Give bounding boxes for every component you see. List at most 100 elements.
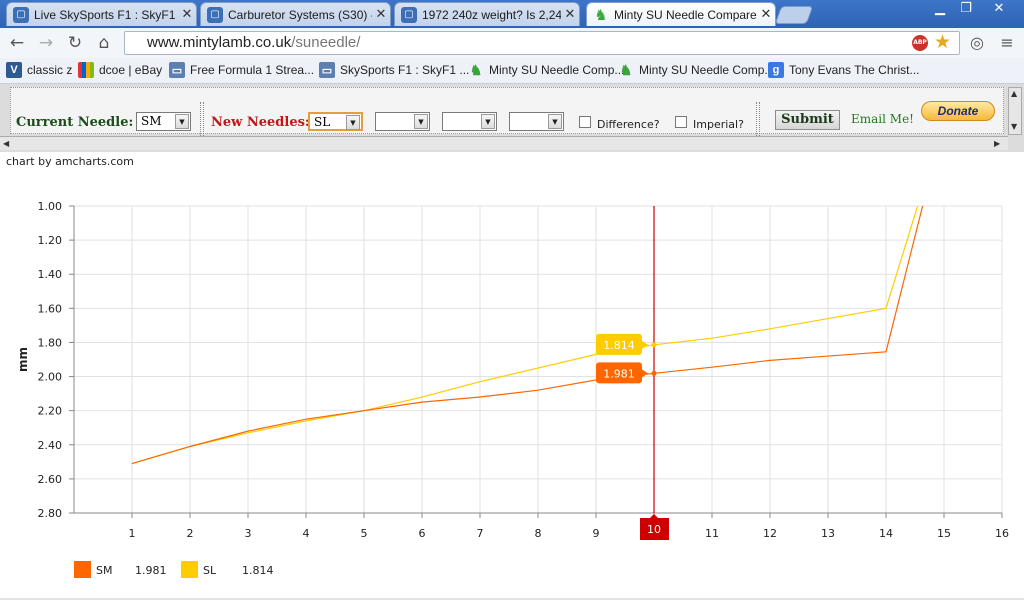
new-needle-value: SL bbox=[314, 115, 331, 129]
bookmark-item[interactable]: ▭ SkySports F1 : SkyF1 ... bbox=[319, 62, 469, 78]
ebay-icon bbox=[78, 62, 94, 78]
new-needle-select-3[interactable]: ▼ bbox=[442, 112, 497, 131]
wrench-menu-icon[interactable]: ≡ bbox=[996, 32, 1018, 54]
email-me-link[interactable]: Email Me! bbox=[851, 112, 914, 126]
restore-icon[interactable]: ❐ bbox=[952, 0, 980, 18]
tab-close-icon[interactable]: ✕ bbox=[372, 7, 390, 22]
y-tick-label: 1.00 bbox=[38, 200, 63, 213]
x-tick-label: 13 bbox=[821, 527, 835, 540]
needle-form-frame: Current Needle: SM ▼ New Needles: SL ▼ ▼… bbox=[0, 84, 1024, 152]
x-tick-label: 15 bbox=[937, 527, 951, 540]
imperial-checkbox[interactable] bbox=[675, 116, 687, 128]
bookmarks-bar: Vclassic z dcoe | eBay ▭ Free Formula 1 S… bbox=[0, 58, 1024, 84]
close-window-icon[interactable]: ✕ bbox=[984, 0, 1014, 18]
frame-horizontal-scrollbar[interactable]: ◀ ▶ bbox=[0, 136, 1008, 150]
site-favicon-icon: ▢ bbox=[401, 6, 417, 23]
new-tab-button[interactable] bbox=[774, 6, 814, 24]
minimize-icon[interactable]: ▁ bbox=[926, 0, 954, 18]
y-tick-label: 1.40 bbox=[38, 268, 63, 281]
extension-icon[interactable]: ◎ bbox=[966, 32, 988, 54]
x-tick-label: 8 bbox=[535, 527, 542, 540]
current-needle-select[interactable]: SM ▼ bbox=[136, 112, 191, 131]
home-icon[interactable]: ⌂ bbox=[93, 32, 115, 54]
tab-close-icon[interactable]: ✕ bbox=[561, 7, 579, 22]
chevron-down-icon: ▼ bbox=[548, 114, 562, 129]
tab-minty-su-needle[interactable]: ♞ Minty SU Needle Compare-o- ✕ bbox=[586, 2, 776, 26]
scroll-up-icon[interactable]: ▲ bbox=[1011, 89, 1017, 98]
new-needle-select-2[interactable]: ▼ bbox=[375, 112, 430, 131]
difference-checkbox[interactable] bbox=[579, 116, 591, 128]
x-tick-label: 1 bbox=[129, 527, 136, 540]
adblock-icon[interactable]: ABP bbox=[912, 35, 928, 51]
x-tick-label: 11 bbox=[705, 527, 719, 540]
submit-button[interactable]: Submit bbox=[775, 110, 840, 130]
needle-form: Current Needle: SM ▼ New Needles: SL ▼ ▼… bbox=[10, 87, 1004, 140]
tab-240z-weight[interactable]: ▢ 1972 240z weight? Is 2,244lb ✕ bbox=[394, 2, 580, 26]
y-tick-label: 1.60 bbox=[38, 302, 63, 315]
google-icon: g bbox=[768, 62, 784, 78]
bookmark-label: classic z bbox=[27, 63, 73, 77]
scroll-left-icon[interactable]: ◀ bbox=[3, 139, 9, 148]
new-needle-select-1[interactable]: SL ▼ bbox=[308, 112, 363, 131]
y-tick-label: 1.80 bbox=[38, 336, 63, 349]
x-tick-label: 16 bbox=[995, 527, 1009, 540]
bookmark-item[interactable]: ♞ Minty SU Needle Comp... bbox=[618, 61, 775, 78]
bookmark-label: dcoe | eBay bbox=[99, 63, 163, 77]
x-tick-label: 2 bbox=[187, 527, 194, 540]
back-arrow-icon[interactable]: ← bbox=[6, 32, 28, 54]
bookmark-label: Minty SU Needle Comp... bbox=[639, 63, 775, 77]
divider bbox=[200, 102, 204, 140]
cursor-point-sl bbox=[651, 342, 657, 348]
bookmark-item[interactable]: Vclassic z bbox=[6, 62, 72, 78]
bookmark-star-icon[interactable]: ★ bbox=[934, 31, 951, 53]
y-tick-label: 2.00 bbox=[38, 371, 63, 384]
divider bbox=[756, 102, 760, 140]
page-icon: ▭ bbox=[169, 62, 185, 78]
site-favicon-icon: ▢ bbox=[13, 6, 29, 23]
chevron-down-icon: ▼ bbox=[175, 114, 189, 129]
tab-close-icon[interactable]: ✕ bbox=[178, 7, 196, 22]
legend-value-sl: 1.814 bbox=[242, 564, 274, 577]
tab-label: Carburetor Systems (S30) - I bbox=[228, 7, 372, 22]
chevron-down-icon: ▼ bbox=[346, 115, 360, 130]
tab-label: 1972 240z weight? Is 2,244lb bbox=[422, 7, 561, 22]
chevron-down-icon: ▼ bbox=[481, 114, 495, 129]
cursor-x-label-pointer bbox=[650, 514, 658, 518]
y-tick-label: 2.80 bbox=[38, 507, 63, 520]
minty-lamb-icon: ♞ bbox=[469, 61, 483, 78]
bookmark-item[interactable]: g Tony Evans The Christ... bbox=[768, 62, 920, 78]
scroll-down-icon[interactable]: ▼ bbox=[1011, 122, 1017, 131]
tab-close-icon[interactable]: ✕ bbox=[757, 7, 775, 22]
forward-arrow-icon[interactable]: → bbox=[35, 32, 57, 54]
legend-value-sm: 1.981 bbox=[135, 564, 167, 577]
address-bar[interactable]: www.mintylamb.co.uk/suneedle/ bbox=[124, 31, 960, 55]
chevron-down-icon: ▼ bbox=[414, 114, 428, 129]
y-tick-label: 2.60 bbox=[38, 473, 63, 486]
bookmark-label: Minty SU Needle Comp... bbox=[489, 63, 625, 77]
x-tick-label: 3 bbox=[245, 527, 252, 540]
legend-swatch-sm bbox=[74, 561, 91, 578]
tab-skysports[interactable]: ▢ Live SkySports F1 : SkyF1 St ✕ bbox=[6, 2, 197, 26]
donate-button[interactable]: Donate bbox=[921, 101, 995, 121]
bookmark-item[interactable]: dcoe | eBay bbox=[78, 62, 162, 78]
x-tick-label: 14 bbox=[879, 527, 893, 540]
minty-lamb-icon: ♞ bbox=[594, 5, 608, 24]
minty-lamb-icon: ♞ bbox=[619, 61, 633, 78]
tab-carburetor[interactable]: ▢ Carburetor Systems (S30) - I ✕ bbox=[200, 2, 391, 26]
bookmark-item[interactable]: ♞ Minty SU Needle Comp... bbox=[468, 61, 625, 78]
frame-vertical-scrollbar[interactable]: ▲ ▼ bbox=[1008, 87, 1022, 135]
new-needle-select-4[interactable]: ▼ bbox=[509, 112, 564, 131]
new-needles-label: New Needles: bbox=[211, 115, 310, 130]
legend-name-sl: SL bbox=[203, 564, 217, 577]
legend-name-sm: SM bbox=[96, 564, 112, 577]
reload-icon[interactable]: ↻ bbox=[64, 32, 86, 54]
scroll-right-icon[interactable]: ▶ bbox=[994, 139, 1000, 148]
tooltip-value-sl: 1.814 bbox=[603, 339, 635, 352]
bookmark-label: SkySports F1 : SkyF1 ... bbox=[340, 63, 470, 77]
page-icon: ▭ bbox=[319, 62, 335, 78]
url-path: /suneedle/ bbox=[291, 34, 361, 51]
bookmark-item[interactable]: ▭ Free Formula 1 Strea... bbox=[169, 62, 314, 78]
browser-toolbar: ← → ↻ ⌂ www.mintylamb.co.uk/suneedle/ AB… bbox=[0, 28, 1024, 58]
tooltip-value-sm: 1.981 bbox=[603, 367, 635, 380]
x-tick-label: 7 bbox=[477, 527, 484, 540]
